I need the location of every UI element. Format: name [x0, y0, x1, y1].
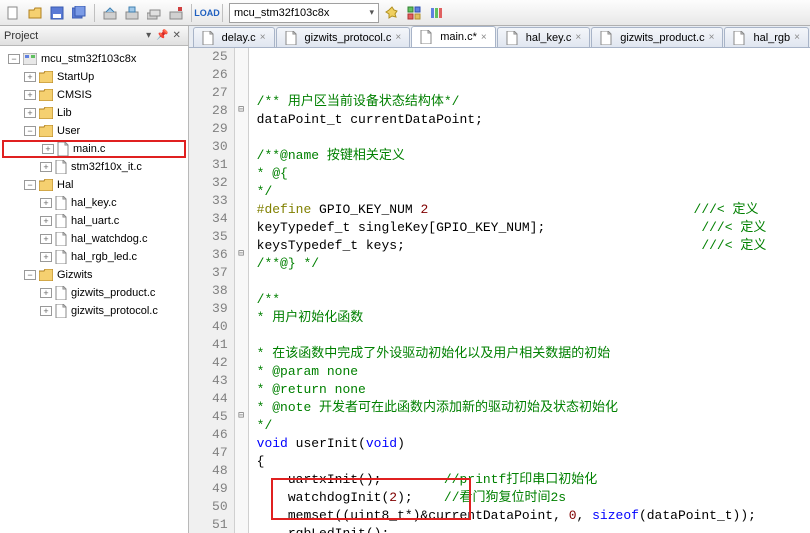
fold-gutter[interactable]: ⊟⊟⊟: [235, 48, 249, 533]
tab-close-icon[interactable]: ×: [395, 32, 401, 43]
tree-folder-startup[interactable]: +StartUp: [2, 68, 186, 86]
tab-gizwits-protocol-c[interactable]: gizwits_protocol.c×: [276, 27, 411, 47]
manage-icon[interactable]: [405, 4, 423, 22]
project-tree[interactable]: −mcu_stm32f103c8x+StartUp+CMSIS+Lib−User…: [0, 46, 188, 533]
download-icon[interactable]: LOAD: [198, 4, 216, 22]
tab-main-c-[interactable]: main.c*×: [411, 26, 496, 47]
panel-pin-icon[interactable]: 📌: [156, 29, 170, 43]
panel-close-icon[interactable]: ✕: [170, 29, 184, 43]
panel-menu-icon[interactable]: ▾: [142, 29, 156, 43]
tree-folder-cmsis[interactable]: +CMSIS: [2, 86, 186, 104]
books-icon[interactable]: [427, 4, 445, 22]
rebuild-icon[interactable]: [123, 4, 141, 22]
save-icon[interactable]: [48, 4, 66, 22]
editor-tabstrip: delay.c×gizwits_protocol.c×main.c*×hal_k…: [189, 26, 810, 48]
project-sidebar: Project ▾ 📌 ✕ −mcu_stm32f103c8x+StartUp+…: [0, 26, 189, 533]
code-content[interactable]: /** 用户区当前设备状态结构体*/dataPoint_t currentDat…: [249, 48, 810, 533]
tree-file-hal_watchdog-c[interactable]: +hal_watchdog.c: [2, 230, 186, 248]
tree-folder-hal[interactable]: −Hal: [2, 176, 186, 194]
project-panel-title: Project: [4, 30, 38, 42]
stop-build-icon[interactable]: [167, 4, 185, 22]
tree-folder-lib[interactable]: +Lib: [2, 104, 186, 122]
tree-file-stm32f10x_it-c[interactable]: +stm32f10x_it.c: [2, 158, 186, 176]
tab-close-icon[interactable]: ×: [794, 32, 800, 43]
new-icon[interactable]: [4, 4, 22, 22]
tab-hal-key-c[interactable]: hal_key.c×: [497, 27, 591, 47]
project-panel-header: Project ▾ 📌 ✕: [0, 26, 188, 46]
tree-folder-gizwits[interactable]: −Gizwits: [2, 266, 186, 284]
line-number-gutter: 2526272829303132333435363738394041424344…: [189, 48, 235, 533]
editor-area: delay.c×gizwits_protocol.c×main.c*×hal_k…: [189, 26, 810, 533]
tree-file-hal_rgb_led-c[interactable]: +hal_rgb_led.c: [2, 248, 186, 266]
tab-close-icon[interactable]: ×: [481, 32, 487, 43]
target-dropdown-value: mcu_stm32f103c8x: [234, 7, 329, 19]
tree-file-gizwits_product-c[interactable]: +gizwits_product.c: [2, 284, 186, 302]
open-icon[interactable]: [26, 4, 44, 22]
code-editor[interactable]: 2526272829303132333435363738394041424344…: [189, 48, 810, 533]
save-all-icon[interactable]: [70, 4, 88, 22]
tree-file-hal_uart-c[interactable]: +hal_uart.c: [2, 212, 186, 230]
target-dropdown[interactable]: mcu_stm32f103c8x: [229, 3, 379, 23]
options-icon[interactable]: [383, 4, 401, 22]
tab-close-icon[interactable]: ×: [575, 32, 581, 43]
tab-hal-rgb[interactable]: hal_rgb×: [724, 27, 809, 47]
tab-close-icon[interactable]: ×: [260, 32, 266, 43]
batch-build-icon[interactable]: [145, 4, 163, 22]
tree-file-gizwits_protocol-c[interactable]: +gizwits_protocol.c: [2, 302, 186, 320]
tree-file-main-c[interactable]: +main.c: [2, 140, 186, 158]
tab-close-icon[interactable]: ×: [709, 32, 715, 43]
tab-delay-c[interactable]: delay.c×: [193, 27, 275, 47]
tree-root[interactable]: −mcu_stm32f103c8x: [2, 50, 186, 68]
tab-gizwits-product-c[interactable]: gizwits_product.c×: [591, 27, 723, 47]
main-toolbar: LOAD mcu_stm32f103c8x: [0, 0, 810, 26]
tree-file-hal_key-c[interactable]: +hal_key.c: [2, 194, 186, 212]
tree-folder-user[interactable]: −User: [2, 122, 186, 140]
build-icon[interactable]: [101, 4, 119, 22]
